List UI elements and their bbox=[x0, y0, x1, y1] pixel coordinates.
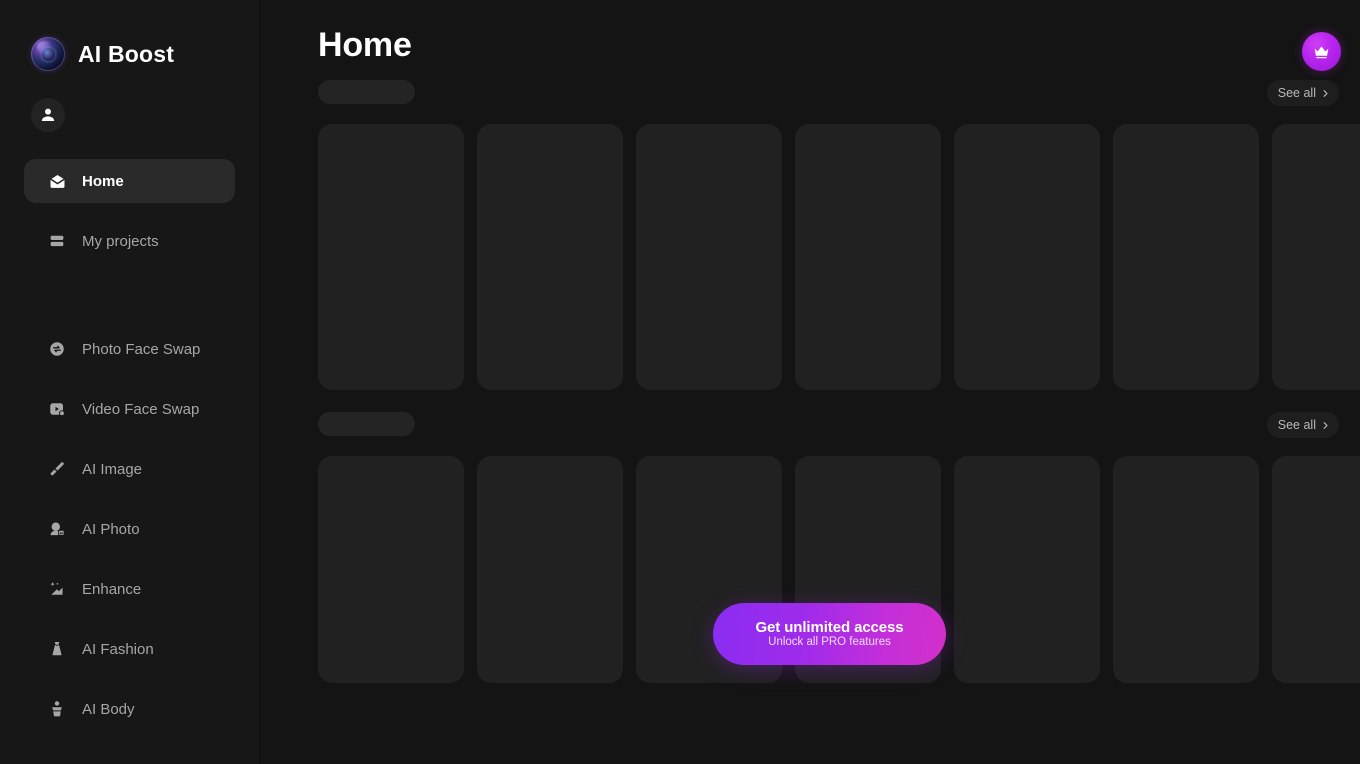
get-unlimited-access-button[interactable]: Get unlimited access Unlock all PRO feat… bbox=[713, 603, 946, 665]
face-swap-icon bbox=[47, 339, 67, 359]
pro-upgrade-button[interactable] bbox=[1302, 32, 1341, 71]
section-header: See all bbox=[260, 412, 1360, 456]
sidebar-item-ai-body[interactable]: AI Body bbox=[24, 679, 235, 739]
avatar-row bbox=[0, 72, 259, 132]
skeleton-card[interactable] bbox=[954, 124, 1100, 390]
sidebar-item-ai-photo[interactable]: AI AI Photo bbox=[24, 499, 235, 559]
body-icon bbox=[47, 699, 67, 719]
home-icon bbox=[47, 171, 67, 191]
sidebar-primary-nav: Home My projects bbox=[0, 159, 259, 263]
lens-orb-icon bbox=[31, 37, 65, 71]
sidebar-item-label: AI Image bbox=[82, 460, 143, 478]
brand-name: AI Boost bbox=[78, 40, 175, 67]
skeleton-card[interactable] bbox=[795, 124, 941, 390]
see-all-label: See all bbox=[1277, 86, 1316, 100]
sidebar-item-label: AI Photo bbox=[82, 520, 140, 538]
sidebar-item-label: Home bbox=[82, 172, 124, 190]
cta-title: Get unlimited access bbox=[755, 618, 904, 636]
skeleton-card[interactable] bbox=[318, 456, 464, 683]
app-root: AI Boost Home My projects Photo Face Swa… bbox=[0, 0, 1360, 764]
content-section-1: See all bbox=[260, 80, 1360, 390]
sidebar-item-photo-face-swap[interactable]: Photo Face Swap bbox=[24, 319, 235, 379]
cta-subtitle: Unlock all PRO features bbox=[768, 635, 891, 648]
section-title-placeholder bbox=[318, 80, 415, 104]
section-header: See all bbox=[260, 80, 1360, 124]
sidebar-item-label: My projects bbox=[82, 232, 159, 250]
sidebar-item-enhance[interactable]: Enhance bbox=[24, 559, 235, 619]
see-all-link-1[interactable]: See all bbox=[1266, 80, 1339, 106]
skeleton-card[interactable] bbox=[1272, 456, 1360, 683]
chevron-right-icon bbox=[1321, 421, 1330, 430]
skeleton-card[interactable] bbox=[477, 456, 623, 683]
sidebar-tools-nav: Photo Face Swap Video Face Swap AI Image… bbox=[0, 319, 259, 739]
layers-icon bbox=[47, 231, 67, 251]
dress-icon bbox=[47, 639, 67, 659]
skeleton-card[interactable] bbox=[477, 124, 623, 390]
svg-text:AI: AI bbox=[59, 530, 63, 535]
main-content: Home See all See all Get unlimited acces… bbox=[260, 0, 1360, 764]
sidebar-item-label: AI Body bbox=[82, 700, 135, 718]
chevron-right-icon bbox=[1321, 89, 1330, 98]
see-all-link-2[interactable]: See all bbox=[1266, 412, 1339, 438]
sidebar-item-label: AI Fashion bbox=[82, 640, 154, 658]
skeleton-card[interactable] bbox=[1272, 124, 1360, 390]
video-swap-icon bbox=[47, 399, 67, 419]
brand[interactable]: AI Boost bbox=[0, 0, 259, 72]
skeleton-card[interactable] bbox=[1113, 456, 1259, 683]
sidebar: AI Boost Home My projects Photo Face Swa… bbox=[0, 0, 260, 764]
card-rail-1[interactable] bbox=[260, 124, 1360, 390]
skeleton-card[interactable] bbox=[636, 124, 782, 390]
page-title: Home bbox=[318, 26, 412, 64]
section-title-placeholder bbox=[318, 412, 415, 436]
sidebar-item-label: Photo Face Swap bbox=[82, 340, 201, 358]
skeleton-card[interactable] bbox=[954, 456, 1100, 683]
sidebar-item-ai-image[interactable]: AI Image bbox=[24, 439, 235, 499]
user-avatar-icon[interactable] bbox=[31, 98, 65, 132]
paintbrush-icon bbox=[47, 459, 67, 479]
image-sparkle-icon bbox=[47, 579, 67, 599]
crown-icon bbox=[1312, 42, 1331, 61]
sidebar-item-video-face-swap[interactable]: Video Face Swap bbox=[24, 379, 235, 439]
page-header: Home bbox=[260, 0, 1360, 78]
sidebar-item-my-projects[interactable]: My projects bbox=[24, 219, 235, 263]
skeleton-card[interactable] bbox=[318, 124, 464, 390]
see-all-label: See all bbox=[1277, 418, 1316, 432]
skeleton-card[interactable] bbox=[1113, 124, 1259, 390]
sidebar-item-ai-fashion[interactable]: AI Fashion bbox=[24, 619, 235, 679]
sidebar-item-home[interactable]: Home bbox=[24, 159, 235, 203]
portrait-ai-icon: AI bbox=[47, 519, 67, 539]
sidebar-item-label: Video Face Swap bbox=[82, 400, 200, 418]
sidebar-item-label: Enhance bbox=[82, 580, 142, 598]
